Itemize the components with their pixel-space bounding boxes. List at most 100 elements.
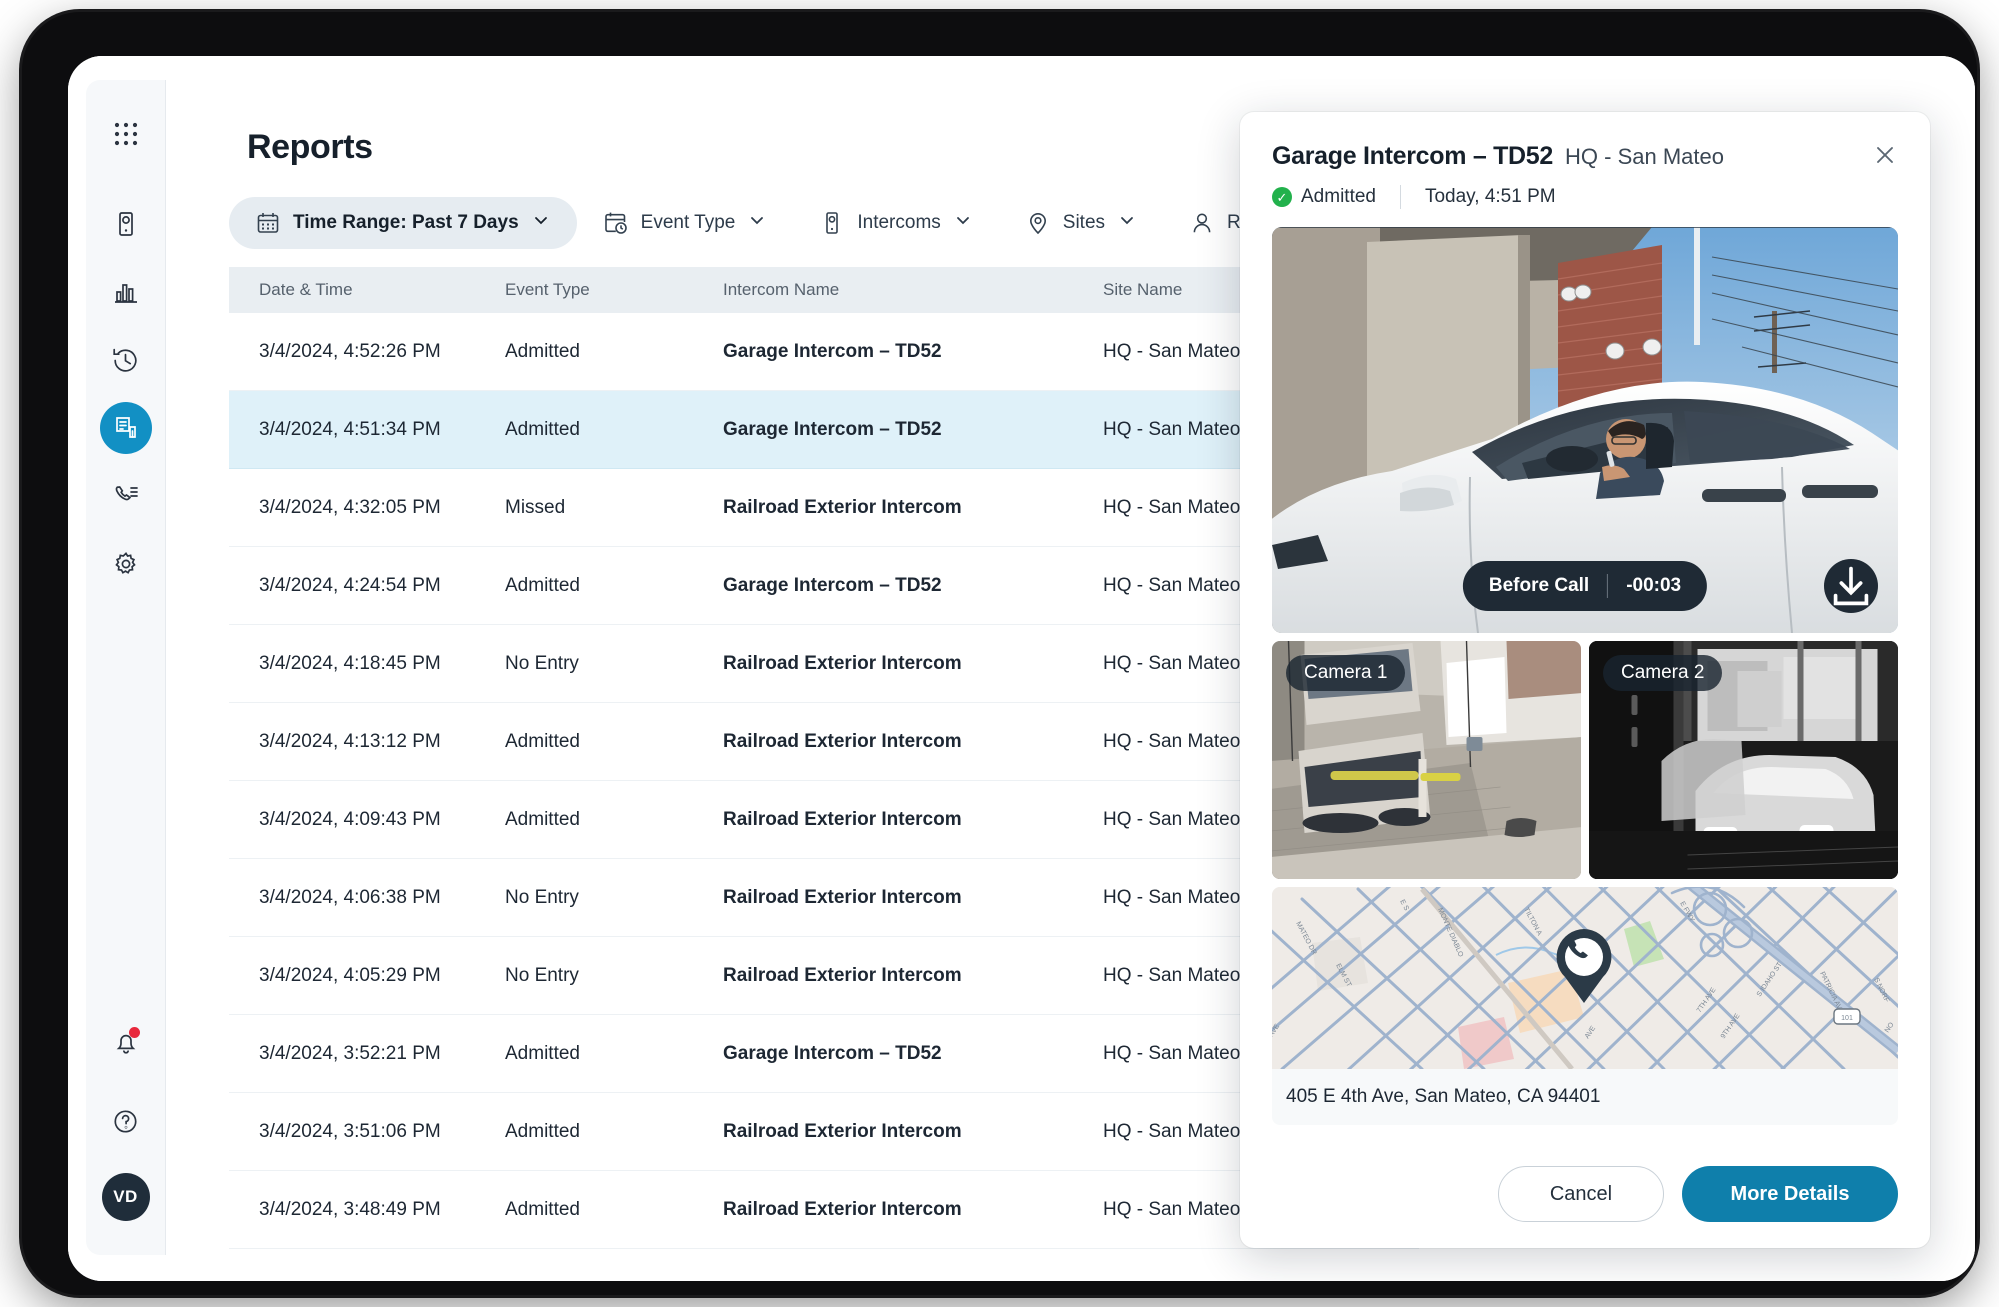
- download-icon[interactable]: [1824, 559, 1878, 613]
- cell-date-time: 3/4/2024, 4:05:29 PM: [229, 965, 505, 987]
- avatar[interactable]: VD: [102, 1173, 150, 1221]
- cell-intercom-name: Railroad Exterior Intercom: [723, 497, 1103, 519]
- sidebar: VD: [86, 80, 166, 1255]
- cell-event-type: Missed: [505, 497, 723, 519]
- cell-event-type: Admitted: [505, 575, 723, 597]
- location-map[interactable]: MATEO DR E S ELM ST MONTE DIABLO TILTON …: [1272, 887, 1898, 1069]
- chevron-down-icon: [531, 210, 551, 236]
- meta-divider: [1400, 185, 1401, 209]
- camera-thumbnail-1[interactable]: Camera 1: [1272, 641, 1581, 879]
- chevron-down-icon: [747, 210, 767, 236]
- video-timeline-pill[interactable]: Before Call -00:03: [1463, 561, 1707, 611]
- cell-event-type: Admitted: [505, 1199, 723, 1221]
- report-document-icon: [112, 414, 140, 442]
- sidebar-item-settings[interactable]: [100, 538, 152, 590]
- notification-badge: [129, 1027, 140, 1038]
- cell-intercom-name: Garage Intercom – TD52: [723, 575, 1103, 597]
- cell-intercom-name: Railroad Exterior Intercom: [723, 1121, 1103, 1143]
- cell-event-type: No Entry: [505, 653, 723, 675]
- cell-intercom-name: Railroad Exterior Intercom: [723, 887, 1103, 909]
- sidebar-item-calls[interactable]: [100, 470, 152, 522]
- cell-event-type: No Entry: [505, 965, 723, 987]
- cell-event-type: Admitted: [505, 1043, 723, 1065]
- detail-meta: ✓ Admitted Today, 4:51 PM: [1272, 185, 1898, 209]
- cell-date-time: 3/4/2024, 4:51:34 PM: [229, 419, 505, 441]
- help-circle-icon: [111, 1107, 140, 1136]
- intercom-icon: [819, 210, 845, 236]
- apps-grid-icon: [111, 119, 141, 149]
- filter-event-type-label: Event Type: [641, 212, 736, 234]
- column-header-date: Date & Time: [229, 280, 505, 300]
- cell-event-type: Admitted: [505, 341, 723, 363]
- chevron-down-icon: [1117, 210, 1137, 236]
- filter-event-type[interactable]: Event Type: [577, 197, 794, 249]
- event-detail-panel: Garage Intercom – TD52 HQ - San Mateo ✓ …: [1240, 112, 1930, 1248]
- cell-intercom-name: Railroad Exterior Intercom: [723, 731, 1103, 753]
- intercom-device-icon: [112, 210, 140, 238]
- cell-event-type: Admitted: [505, 1121, 723, 1143]
- detail-title: Garage Intercom – TD52: [1272, 142, 1553, 171]
- calendar-icon: [255, 210, 281, 236]
- cell-intercom-name: Garage Intercom – TD52: [723, 1043, 1103, 1065]
- camera-thumbnail-2[interactable]: Camera 2: [1589, 641, 1898, 879]
- filter-intercoms-label: Intercoms: [857, 212, 940, 234]
- main-video-player[interactable]: Before Call -00:03: [1272, 227, 1898, 633]
- sidebar-item-activity[interactable]: [100, 334, 152, 386]
- cell-intercom-name: Railroad Exterior Intercom: [723, 653, 1103, 675]
- filter-intercoms[interactable]: Intercoms: [793, 197, 998, 249]
- camera-1-label: Camera 1: [1286, 655, 1405, 691]
- detail-title-line: Garage Intercom – TD52 HQ - San Mateo: [1272, 142, 1898, 171]
- cell-date-time: 3/4/2024, 4:06:38 PM: [229, 887, 505, 909]
- cell-date-time: 3/4/2024, 4:09:43 PM: [229, 809, 505, 831]
- map-address: 405 E 4th Ave, San Mateo, CA 94401: [1272, 1069, 1898, 1125]
- filter-sites[interactable]: Sites: [999, 197, 1163, 249]
- cell-intercom-name: Garage Intercom – TD52: [723, 419, 1103, 441]
- event-type-icon: [603, 210, 629, 236]
- cell-intercom-name: Railroad Exterior Intercom: [723, 1199, 1103, 1221]
- sidebar-item-reports[interactable]: [100, 402, 152, 454]
- sidebar-item-apps[interactable]: [100, 108, 152, 160]
- pin-icon: [1025, 210, 1051, 236]
- reports-app: VD Reports: [68, 56, 1975, 1281]
- main-content: Reports: [167, 80, 1423, 1255]
- gear-icon: [112, 550, 140, 578]
- sidebar-item-analytics[interactable]: [100, 266, 152, 318]
- sidebar-item-devices[interactable]: [100, 198, 152, 250]
- pill-divider: [1607, 574, 1608, 598]
- history-clock-icon: [111, 346, 140, 375]
- cancel-button[interactable]: Cancel: [1498, 1166, 1664, 1222]
- column-header-event-type: Event Type: [505, 280, 723, 300]
- detail-panel-header: Garage Intercom – TD52 HQ - San Mateo ✓ …: [1240, 112, 1930, 209]
- camera-thumbnails: Camera 1: [1272, 641, 1898, 879]
- cell-event-type: Admitted: [505, 809, 723, 831]
- sidebar-item-help[interactable]: [100, 1095, 152, 1147]
- cell-intercom-name: Railroad Exterior Intercom: [723, 809, 1103, 831]
- cell-date-time: 3/4/2024, 4:32:05 PM: [229, 497, 505, 519]
- device-bezel: VD Reports: [22, 12, 1977, 1295]
- detail-timestamp: Today, 4:51 PM: [1425, 186, 1556, 208]
- map-image: MATEO DR E S ELM ST MONTE DIABLO TILTON …: [1272, 887, 1898, 1069]
- cell-date-time: 3/4/2024, 4:13:12 PM: [229, 731, 505, 753]
- status-badge: ✓ Admitted: [1272, 186, 1376, 208]
- filter-time-range-label: Time Range: Past 7 Days: [293, 212, 519, 234]
- status-label: Admitted: [1301, 186, 1376, 208]
- video-pill-time: -00:03: [1626, 575, 1681, 597]
- check-circle-icon: ✓: [1272, 187, 1292, 207]
- cell-date-time: 3/4/2024, 3:52:21 PM: [229, 1043, 505, 1065]
- svg-text:101: 101: [1841, 1015, 1853, 1022]
- filter-sites-label: Sites: [1063, 212, 1105, 234]
- video-pill-label: Before Call: [1489, 575, 1589, 597]
- cell-intercom-name: Garage Intercom – TD52: [723, 341, 1103, 363]
- bar-chart-icon: [112, 278, 140, 306]
- detail-panel-footer: Cancel More Details: [1498, 1166, 1898, 1222]
- call-list-icon: [112, 482, 140, 510]
- filter-time-range[interactable]: Time Range: Past 7 Days: [229, 197, 577, 249]
- more-details-button[interactable]: More Details: [1682, 1166, 1898, 1222]
- cell-event-type: No Entry: [505, 887, 723, 909]
- person-icon: [1189, 210, 1215, 236]
- column-header-intercom-name: Intercom Name: [723, 280, 1103, 300]
- cell-date-time: 3/4/2024, 3:48:49 PM: [229, 1199, 505, 1221]
- sidebar-item-notifications[interactable]: [100, 1017, 152, 1069]
- close-icon[interactable]: [1870, 140, 1900, 170]
- chevron-down-icon: [953, 210, 973, 236]
